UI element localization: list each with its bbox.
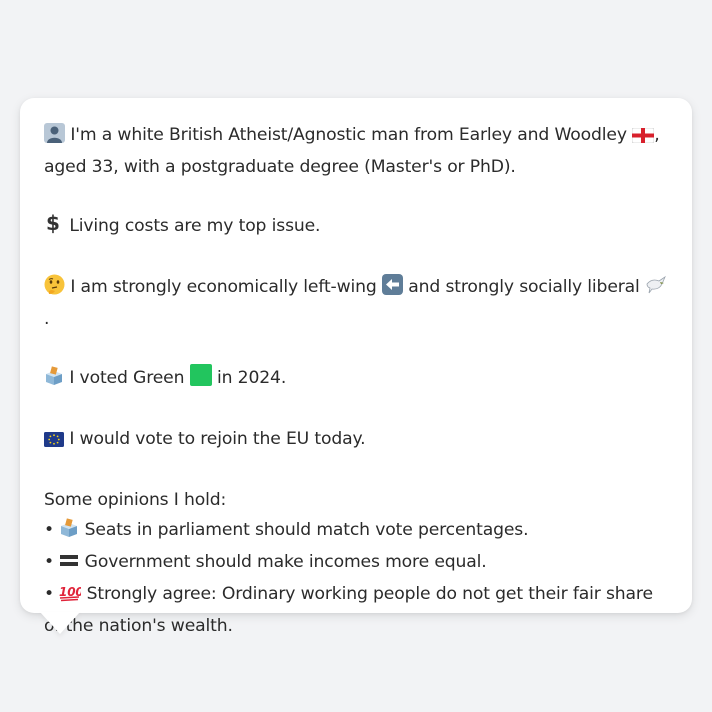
ideology-text-b: and strongly socially liberal (408, 276, 640, 297)
ballot-box-icon (44, 365, 64, 396)
left-arrow-icon (381, 273, 403, 305)
eu-text: I would vote to rejoin the EU today. (69, 428, 366, 449)
opinion-item-2: • Government should make incomes more eq… (44, 548, 668, 580)
svg-text:$: $ (46, 212, 60, 234)
dollar-icon: $ (44, 211, 64, 244)
bullet-dot: • (44, 583, 54, 604)
person-silhouette-icon (44, 123, 65, 153)
dove-icon (645, 275, 667, 305)
ideology-paragraph: I am strongly economically left-wing and… (44, 273, 668, 334)
hundred-points-icon: 100 (59, 582, 84, 612)
message-bubble: I'm a white British Atheist/Agnostic man… (20, 98, 692, 636)
vote-text-a: I voted Green (69, 367, 185, 388)
equals-icon (59, 551, 79, 580)
green-square-icon (189, 363, 212, 396)
eu-flag-icon (44, 428, 64, 457)
opinion-text: Seats in parliament should match vote pe… (84, 519, 529, 540)
bullet-dot: • (44, 551, 54, 572)
thinking-face-icon (44, 274, 65, 305)
identity-comma: , (654, 125, 660, 145)
identity-paragraph: I'm a white British Atheist/Agnostic man… (44, 121, 668, 182)
bullet-dot: • (44, 519, 54, 540)
opinion-item-1: • Seats in parliament should match vote … (44, 516, 668, 548)
ideology-text-a: I am strongly economically left-wing (70, 276, 377, 297)
vote-paragraph: I voted Green in 2024. (44, 363, 668, 396)
opinions-heading: Some opinions I hold: (44, 490, 227, 511)
opinion-text: Government should make incomes more equa… (84, 551, 487, 572)
vote-text-b: in 2024. (217, 367, 287, 388)
ballot-box-icon (59, 517, 79, 548)
issue-paragraph: $ Living costs are my top issue. (44, 211, 668, 244)
eu-paragraph: I would vote to rejoin the EU today. (44, 425, 668, 457)
identity-text-c: aged 33, with a postgraduate degree (Mas… (44, 157, 516, 178)
issue-text: Living costs are my top issue. (69, 215, 321, 236)
bubble-tail (40, 612, 80, 634)
identity-text-a: I'm a white British Atheist/Agnostic man… (70, 125, 627, 145)
opinion-text: Strongly agree: Ordinary working people … (44, 583, 653, 637)
ideology-period: . (44, 309, 50, 330)
england-flag-icon (631, 124, 655, 153)
opinion-item-3: • 100 Strongly agree: Ordinary working p… (44, 580, 668, 641)
